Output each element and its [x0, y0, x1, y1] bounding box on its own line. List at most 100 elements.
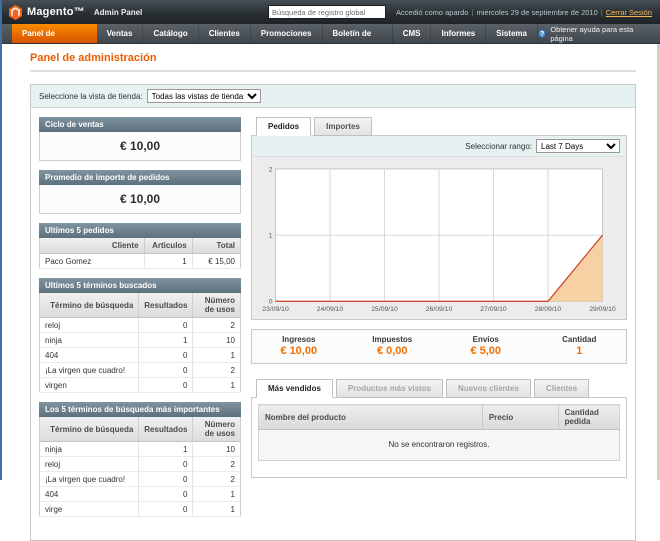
svg-text:27/09/10: 27/09/10	[480, 306, 507, 313]
stat-label: Ingresos	[252, 335, 346, 344]
cell-results: 0	[139, 318, 193, 333]
table-row[interactable]: Paco Gomez 1 € 15,00	[40, 254, 241, 269]
tab[interactable]: Más vendidos	[256, 379, 333, 398]
range-bar: Seleccionar rango: Last 7 Days	[252, 136, 626, 157]
cell-customer: Paco Gomez	[40, 254, 145, 269]
stat-value: € 0,00	[346, 345, 440, 357]
svg-text:0: 0	[269, 299, 273, 306]
stat-label: Impuestos	[346, 335, 440, 344]
cell-uses: 2	[193, 318, 241, 333]
widget-last-search-terms: Ultimos 5 términos buscados Término de b…	[39, 278, 241, 393]
nav-item[interactable]: Ventas	[97, 24, 144, 43]
cell-uses: 1	[193, 348, 241, 363]
cell-results: 0	[139, 487, 193, 502]
logo: Magento™ Admin Panel	[9, 5, 142, 20]
sales-chart: 01223/09/1024/09/1025/09/1026/09/1027/09…	[252, 157, 626, 319]
range-label: Seleccionar rango:	[465, 142, 532, 151]
cell-uses: 1	[193, 502, 241, 517]
svg-text:23/09/10: 23/09/10	[262, 306, 289, 313]
logout-link[interactable]: Cerrar Sesión	[606, 8, 652, 17]
cell-results: 0	[139, 378, 193, 393]
cell-results: 0	[139, 363, 193, 378]
table-row[interactable]: ¡La virgen que cuadro! 0 2	[40, 363, 241, 378]
brand-title: Magento™	[27, 6, 85, 18]
window-frame-left	[0, 0, 2, 480]
cell-term: ninja	[40, 442, 139, 457]
column-header: Nombre del producto	[259, 405, 483, 430]
cell-results: 1	[139, 442, 193, 457]
table-row[interactable]: 404 0 1	[40, 487, 241, 502]
svg-text:24/09/10: 24/09/10	[317, 306, 344, 313]
svg-text:1: 1	[269, 233, 273, 240]
table-row[interactable]: virge 0 1	[40, 502, 241, 517]
column-header: Término de búsqueda	[40, 417, 139, 442]
table-row[interactable]: ninja 1 10	[40, 333, 241, 348]
main-nav: Panel de administraciónVentasCatálogoCli…	[0, 24, 660, 44]
average-orders-value: € 10,00	[39, 185, 241, 214]
svg-text:29/09/10: 29/09/10	[589, 306, 616, 313]
widget-average-orders: Promedio de importe de pedidos € 10,00	[39, 170, 241, 214]
global-search-input[interactable]	[268, 5, 386, 19]
nav-item[interactable]: Clientes	[199, 24, 251, 43]
header-session-info: Accedió como apardo|miércoles 29 de sept…	[396, 8, 652, 17]
total-stat: Cantidad 1	[533, 335, 627, 357]
store-switcher-label: Seleccione la vista de tienda:	[39, 92, 143, 101]
cell-results: 0	[139, 457, 193, 472]
range-select[interactable]: Last 7 Days	[536, 139, 620, 153]
table-header-row: Término de búsquedaResultadosNúmero de u…	[40, 417, 241, 442]
cell-term: ninja	[40, 333, 139, 348]
column-header: Resultados	[139, 293, 193, 318]
tab[interactable]: Productos más vistos	[336, 379, 443, 398]
cell-uses: 2	[193, 472, 241, 487]
svg-text:25/09/10: 25/09/10	[371, 306, 398, 313]
nav-item[interactable]: Informes	[431, 24, 486, 43]
dashboard-right-column: PedidosImportes Seleccionar rango: Last …	[251, 117, 627, 526]
table-row[interactable]: virgen 0 1	[40, 378, 241, 393]
table-row[interactable]: reloj 0 2	[40, 318, 241, 333]
cell-total: € 15,00	[192, 254, 240, 269]
cell-results: 0	[139, 502, 193, 517]
nav-item[interactable]: Panel de administración	[12, 24, 97, 43]
cell-term: ¡La virgen que cuadro!	[40, 472, 139, 487]
cell-results: 0	[139, 348, 193, 363]
stat-value: € 10,00	[252, 345, 346, 357]
table-row[interactable]: reloj 0 2	[40, 457, 241, 472]
grid-tabs: Más vendidosProductos más vistosNuevos c…	[251, 379, 627, 398]
tab[interactable]: Clientes	[534, 379, 589, 398]
table-row[interactable]: ninja 1 10	[40, 442, 241, 457]
last-search-body: reloj 0 2 ninja 1 10 404 0 1	[40, 318, 241, 393]
nav-item[interactable]: CMS	[393, 24, 432, 43]
nav-item[interactable]: Boletín de noticias	[323, 24, 393, 43]
total-stat: Impuestos € 0,00	[346, 335, 440, 357]
cell-term: virgen	[40, 378, 139, 393]
last-orders-body: Paco Gomez 1 € 15,00	[40, 254, 241, 269]
grids-section: Más vendidosProductos más vistosNuevos c…	[251, 379, 627, 478]
tab[interactable]: Importes	[314, 117, 372, 136]
widget-top-search-terms: Los 5 términos de búsqueda más important…	[39, 402, 241, 517]
column-header: Número de usos	[193, 293, 241, 318]
empty-records-message: No se encontraron registros.	[259, 430, 620, 461]
store-view-select[interactable]: Todas las vistas de tienda	[147, 89, 261, 103]
table-header-row: Término de búsquedaResultadosNúmero de u…	[40, 293, 241, 318]
cell-uses: 1	[193, 378, 241, 393]
cell-uses: 10	[193, 442, 241, 457]
help-link[interactable]: ? Obtener ayuda para esta página	[538, 24, 660, 43]
widget-title: Promedio de importe de pedidos	[39, 170, 241, 185]
top-header: Magento™ Admin Panel Accedió como apardo…	[0, 0, 660, 24]
svg-text:28/09/10: 28/09/10	[535, 306, 562, 313]
svg-text:26/09/10: 26/09/10	[426, 306, 453, 313]
column-header: Término de búsqueda	[40, 293, 139, 318]
table-row[interactable]: 404 0 1	[40, 348, 241, 363]
column-header: Resultados	[139, 417, 193, 442]
cell-term: reloj	[40, 457, 139, 472]
tab[interactable]: Pedidos	[256, 117, 311, 136]
table-row[interactable]: ¡La virgen que cuadro! 0 2	[40, 472, 241, 487]
dashboard-left-column: Ciclo de ventas € 10,00 Promedio de impo…	[39, 117, 241, 526]
nav-item[interactable]: Sistema	[486, 24, 538, 43]
cell-term: reloj	[40, 318, 139, 333]
nav-item[interactable]: Catálogo	[143, 24, 198, 43]
column-header: Precio	[482, 405, 558, 430]
tab[interactable]: Nuevos clientes	[446, 379, 531, 398]
nav-item[interactable]: Promociones	[251, 24, 323, 43]
help-label: Obtener ayuda para esta página	[550, 25, 648, 43]
